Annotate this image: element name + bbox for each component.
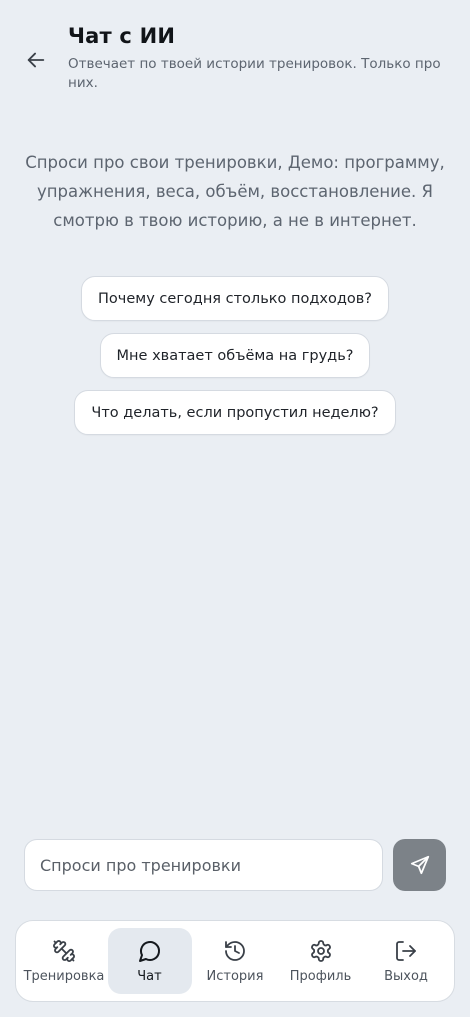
message-input[interactable] (24, 839, 383, 891)
nav-label-logout: Выход (384, 968, 428, 984)
dumbbell-icon (53, 939, 75, 962)
nav-label-profile: Профиль (289, 968, 352, 984)
nav-label-history: История (206, 968, 264, 984)
nav-label-chat: Чат (137, 968, 162, 984)
send-icon (410, 855, 429, 875)
composer (24, 839, 446, 891)
nav-item-profile[interactable]: Профиль (279, 928, 363, 994)
gear-icon (310, 939, 331, 962)
back-button[interactable] (20, 44, 52, 76)
nav-item-history[interactable]: История (193, 928, 277, 994)
nav-item-logout[interactable]: Выход (364, 928, 448, 994)
suggestion-list: Почему сегодня столько подходов? Мне хва… (0, 276, 470, 435)
chat-bubble-icon (138, 940, 160, 962)
chat-screen: Чат с ИИ Отвечает по твоей истории трени… (0, 0, 470, 1017)
header: Чат с ИИ Отвечает по твоей истории трени… (0, 0, 470, 110)
send-button[interactable] (393, 839, 446, 891)
intro-text: Спроси про свои тренировки, Демо: програ… (25, 153, 445, 230)
suggestion-chip[interactable]: Мне хватает объёма на грудь? (99, 333, 371, 378)
nav-item-chat[interactable]: Чат (107, 928, 192, 994)
arrow-left-icon (27, 52, 45, 68)
history-icon (225, 940, 245, 961)
suggestion-chip[interactable]: Почему сегодня столько подходов? (81, 276, 389, 321)
logout-icon (396, 940, 416, 961)
suggestion-chip[interactable]: Что делать, если пропустил неделю? (74, 390, 396, 435)
page-title: Чат с ИИ (68, 24, 176, 48)
nav-item-workout[interactable]: Тренировка (22, 928, 106, 994)
page-subtitle: Отвечает по твоей истории тренировок. То… (68, 56, 441, 91)
nav-label-workout: Тренировка (23, 968, 105, 984)
bottom-nav: Тренировка Чат История Профиль Выход (15, 920, 455, 1002)
